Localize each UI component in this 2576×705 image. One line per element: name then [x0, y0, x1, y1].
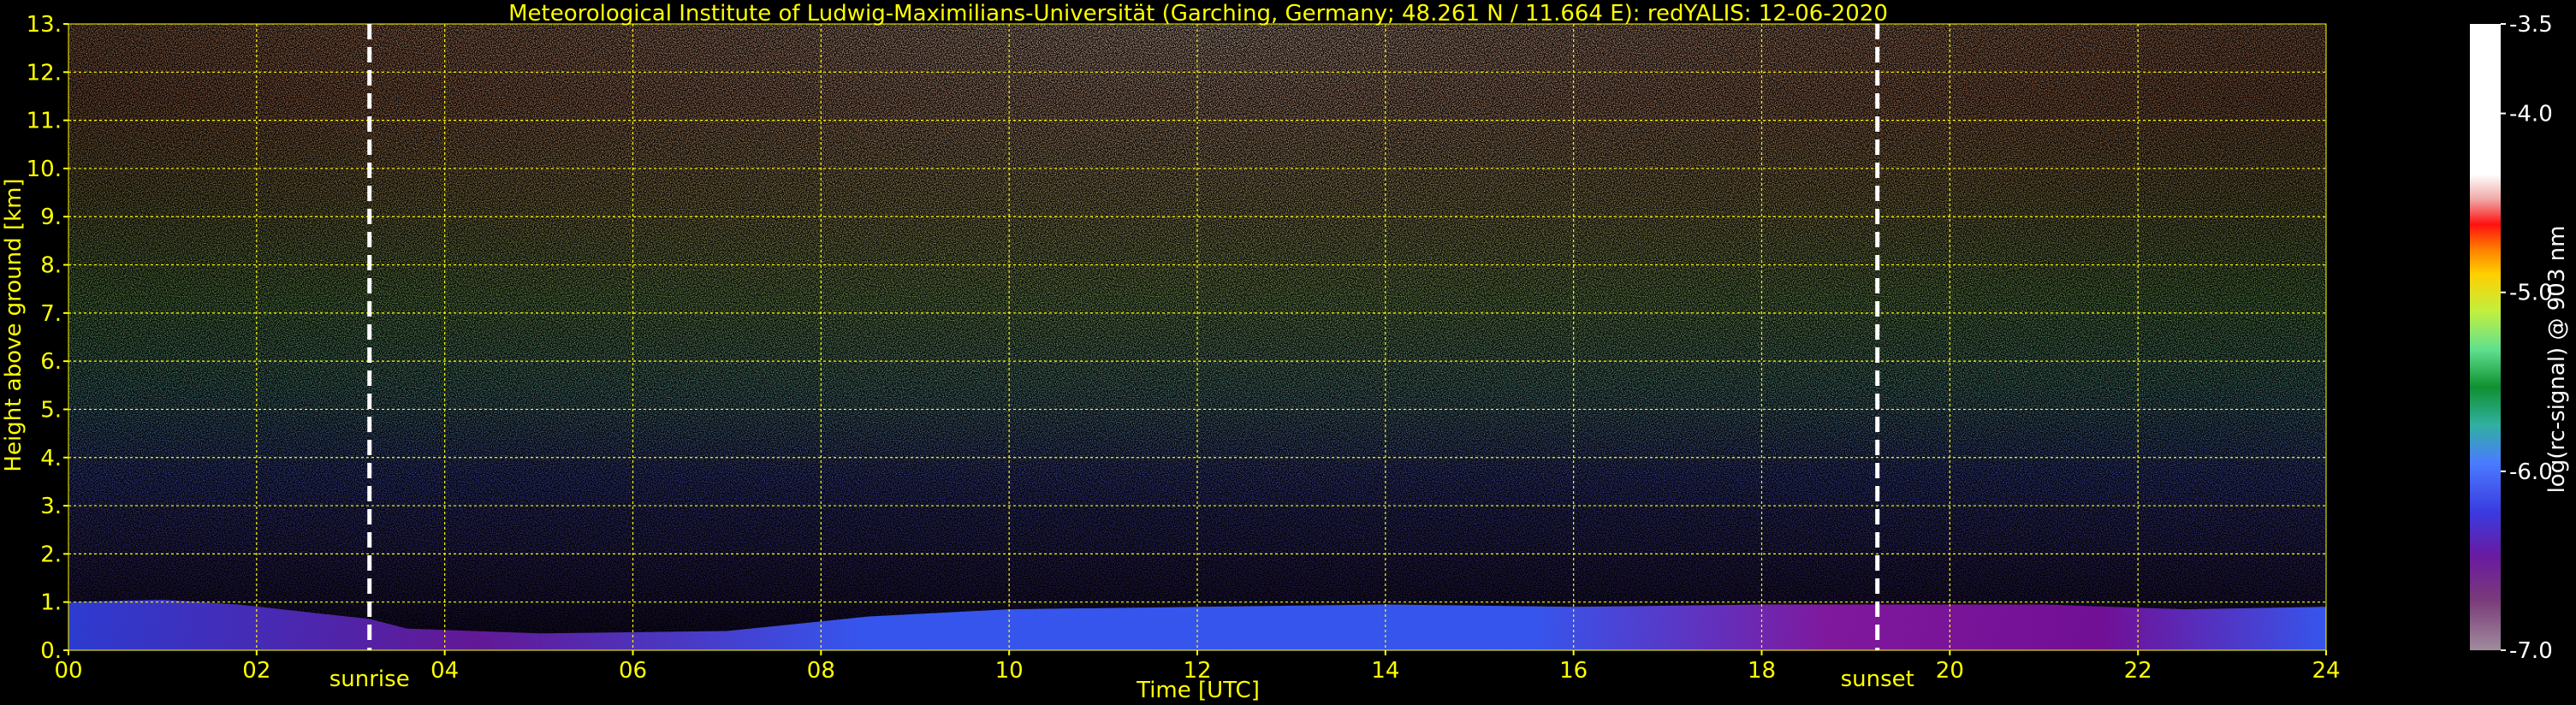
colorbar: -3.5-4.0-5.0-6.0-7.0 log(rc-signal) @ 90…: [2470, 12, 2570, 664]
y-tick-label: 2.: [40, 542, 62, 567]
x-tick-label: 14: [1371, 658, 1399, 684]
y-tick-label: 6.: [40, 349, 62, 375]
y-tick-label: 4.: [40, 446, 62, 471]
x-tick-label: 02: [242, 658, 270, 684]
y-tick-label: 13.: [27, 12, 62, 38]
y-tick-label: 10.: [27, 157, 62, 182]
y-tick-label: 9.: [40, 204, 62, 230]
lidar-chart: 0.1.2.3.4.5.6.7.8.9.10.11.12.13. 00 02 04 0…: [1, 1, 2570, 703]
x-tick-label: 06: [619, 658, 647, 684]
marker-label-sunset: sunset: [1841, 666, 1914, 692]
x-tick-label: 16: [1559, 658, 1588, 684]
x-tick-label: 00: [54, 658, 82, 684]
colorbar-label: log(rc-signal) @ 903 nm: [2544, 226, 2570, 494]
plot-area: [68, 23, 2327, 651]
y-tick-label: 8.: [40, 253, 62, 279]
colorbar-tick-label: -7.0: [2509, 638, 2553, 664]
x-tick-label: 04: [430, 658, 459, 684]
y-axis-ticks: 0.1.2.3.4.5.6.7.8.9.10.11.12.13.: [27, 12, 68, 664]
colorbar-tick-label: -3.5: [2509, 12, 2553, 38]
y-tick-label: 5.: [40, 397, 62, 423]
x-tick-label: 20: [1936, 658, 1964, 684]
colorbar-tick-label: -4.0: [2509, 102, 2553, 127]
x-tick-label: 08: [807, 658, 835, 684]
x-tick-label: 18: [1748, 658, 1776, 684]
x-tick-label: 24: [2312, 658, 2340, 684]
y-tick-label: 12.: [27, 60, 62, 86]
x-tick-label: 10: [995, 658, 1024, 684]
y-axis-label: Height above ground [km]: [1, 178, 27, 471]
x-axis-label: Time [UTC]: [1136, 678, 1260, 703]
sun-marker-labels: sunrise sunset: [329, 666, 1914, 692]
y-tick-label: 3.: [40, 494, 62, 519]
y-tick-label: 1.: [40, 590, 62, 616]
x-tick-label: 22: [2124, 658, 2152, 684]
y-tick-label: 7.: [40, 301, 62, 327]
colorbar-scale: [2470, 24, 2501, 650]
chart-title: Meteorological Institute of Ludwig-Maxim…: [508, 1, 1888, 27]
marker-label-sunrise: sunrise: [329, 666, 410, 692]
y-tick-label: 11.: [27, 109, 62, 134]
